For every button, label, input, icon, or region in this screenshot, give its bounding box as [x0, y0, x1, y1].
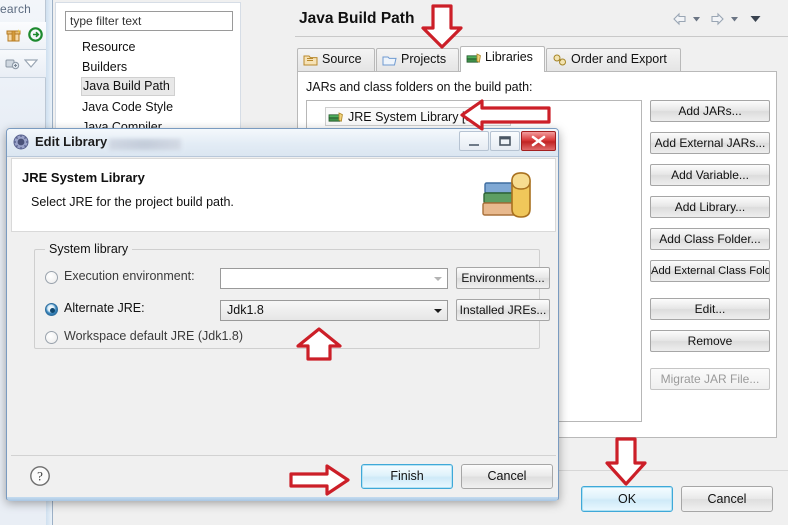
remove-button[interactable]: Remove: [650, 330, 770, 352]
tree-item-label: Builders: [82, 60, 128, 74]
chevron-down-icon[interactable]: [430, 301, 447, 320]
alternate-jre-combo[interactable]: Jdk1.8: [220, 300, 448, 321]
eclipse-dialog-icon: [13, 134, 29, 153]
edit-library-subheading: Select JRE for the project build path.: [31, 195, 234, 209]
forward-dropdown-chevron-down-icon[interactable]: [729, 11, 740, 30]
order-export-icon: [552, 53, 568, 70]
finish-button[interactable]: Finish: [361, 464, 453, 489]
ok-button[interactable]: OK: [581, 486, 673, 512]
migrate-jar-file-button: Migrate JAR File...: [650, 368, 770, 390]
help-question-icon[interactable]: ?: [29, 465, 51, 490]
tree-item-java-build-path[interactable]: Java Build Path: [81, 77, 175, 96]
redacted-title-region: [109, 139, 181, 150]
chevron-down-icon[interactable]: [430, 269, 447, 288]
close-icon[interactable]: [521, 131, 556, 151]
edit-library-titlebar[interactable]: Edit Library: [7, 129, 558, 157]
tab-projects[interactable]: Projects: [376, 48, 459, 72]
tab-label: Order and Export: [571, 52, 667, 66]
forward-arrow-icon[interactable]: [709, 11, 726, 30]
edit-library-title: Edit Library: [35, 134, 108, 149]
page-title: Java Build Path: [299, 10, 415, 27]
minimize-icon[interactable]: [459, 131, 489, 151]
edit-library-footer: ? Finish Cancel: [11, 456, 556, 497]
green-circle-icon[interactable]: [28, 27, 43, 45]
edit-library-cancel-button[interactable]: Cancel: [461, 464, 553, 489]
list-item-jre-system-library[interactable]: JRE System Library [Jdk1.8]: [325, 107, 511, 126]
tab-label: Source: [322, 52, 362, 66]
tree-item-label: Resource: [82, 40, 136, 54]
add-variable-button[interactable]: Add Variable...: [650, 164, 770, 186]
page-navigation-buttons: [671, 10, 783, 30]
tab-label: Libraries: [485, 50, 533, 64]
tree-item-java-code-style[interactable]: Java Code Style: [56, 97, 242, 117]
edit-library-dialog: Edit Library JRE System Library Select J…: [6, 128, 559, 501]
filter-input[interactable]: [65, 11, 233, 31]
system-library-group: System library Execution environment: En…: [34, 242, 550, 349]
books-stack-icon: [481, 167, 543, 226]
tab-label: Projects: [401, 52, 447, 66]
preferences-tree: Resource Builders Java Build Path Java C…: [56, 37, 242, 137]
tab-order-and-export[interactable]: Order and Export: [546, 48, 681, 72]
gift-icon[interactable]: [6, 27, 22, 46]
system-library-group-title: System library: [45, 242, 133, 256]
tree-item-builders[interactable]: Builders: [56, 57, 242, 77]
view-menu-chevron-down-filled-icon[interactable]: [749, 11, 762, 30]
maximize-icon[interactable]: [490, 131, 520, 151]
radio-alternate-jre[interactable]: [45, 303, 58, 316]
libraries-button-column: Add JARs... Add External JARs... Add Var…: [650, 100, 770, 400]
add-external-class-folder-button[interactable]: Add External Class Folder...: [650, 260, 770, 282]
radio-workspace-default-jre[interactable]: [45, 331, 58, 344]
installed-jres-button[interactable]: Installed JREs...: [456, 299, 550, 321]
edit-button[interactable]: Edit...: [650, 298, 770, 320]
workbench-left-panel: earch: [0, 0, 46, 130]
libraries-icon: [466, 51, 482, 68]
edit-library-body: System library Execution environment: En…: [11, 233, 556, 455]
workbench-view-tab-label: earch: [0, 2, 32, 16]
jre-library-icon: [328, 110, 344, 130]
tab-libraries[interactable]: Libraries: [460, 46, 545, 72]
source-folder-icon: [303, 53, 318, 70]
debug-icon[interactable]: [4, 55, 20, 74]
edit-library-heading: JRE System Library: [22, 170, 145, 185]
libraries-description: JARs and class folders on the build path…: [306, 80, 533, 94]
tree-item-label: Java Code Style: [82, 100, 174, 114]
cancel-button[interactable]: Cancel: [681, 486, 773, 512]
build-path-tabstrip: Source Projects Libraries Order and Expo…: [297, 46, 777, 72]
screenshot-root: earch type filter text Resource Builders…: [0, 0, 788, 525]
tree-item-label: Java Build Path: [83, 79, 170, 93]
dialog-bottom-edge: [7, 497, 558, 501]
radio-execution-environment[interactable]: [45, 271, 58, 284]
add-library-button[interactable]: Add Library...: [650, 196, 770, 218]
tree-item-resource[interactable]: Resource: [56, 37, 242, 57]
projects-icon: [382, 53, 397, 70]
execution-environment-combo[interactable]: [220, 268, 448, 289]
radio-label-workspace-default-jre: Workspace default JRE (Jdk1.8): [64, 329, 244, 343]
back-arrow-icon[interactable]: [671, 11, 688, 30]
add-external-jars-button[interactable]: Add External JARs...: [650, 132, 770, 154]
list-item-label: JRE System Library [Jdk1.8]: [348, 110, 506, 124]
back-dropdown-chevron-down-icon[interactable]: [691, 11, 702, 30]
triangle-filter-icon[interactable]: [23, 57, 39, 71]
tab-source[interactable]: Source: [297, 48, 375, 72]
add-jars-button[interactable]: Add JARs...: [650, 100, 770, 122]
radio-label-execution-environment: Execution environment:: [64, 269, 195, 283]
alternate-jre-combo-value: Jdk1.8: [227, 303, 264, 317]
add-class-folder-button[interactable]: Add Class Folder...: [650, 228, 770, 250]
environments-button[interactable]: Environments...: [456, 267, 550, 289]
title-separator: [295, 36, 788, 37]
svg-text:?: ?: [37, 469, 43, 484]
radio-label-alternate-jre: Alternate JRE:: [64, 301, 145, 315]
edit-library-header: JRE System Library Select JRE for the pr…: [11, 158, 556, 232]
